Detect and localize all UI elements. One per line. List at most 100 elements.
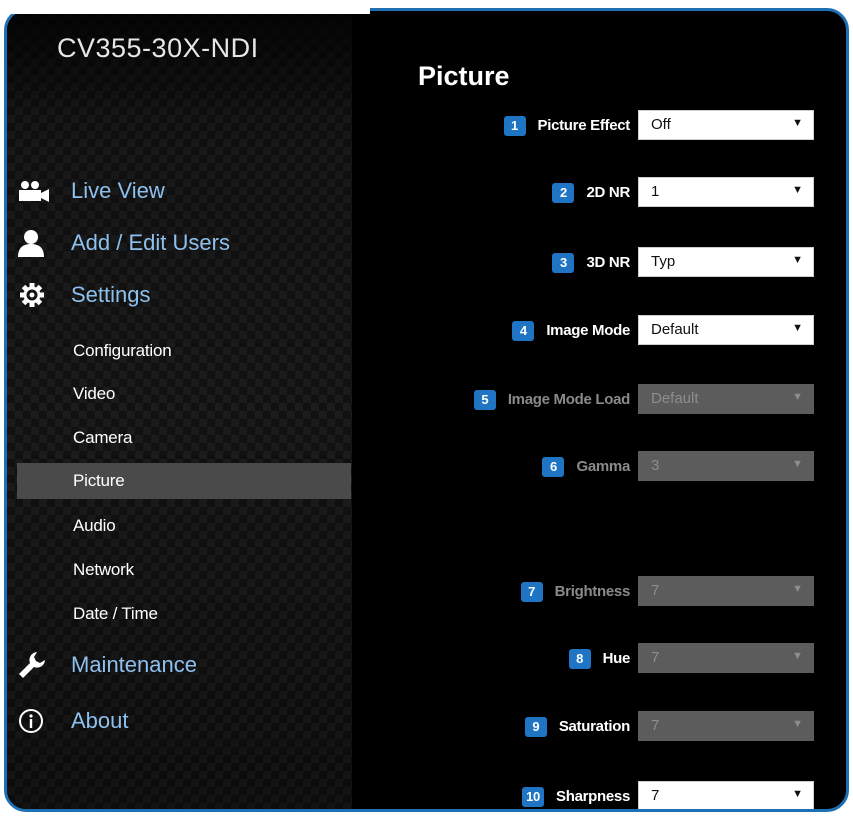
field-label: 10 Sharpness [522,787,630,807]
select-value: Off [651,116,671,133]
sub-nav-camera[interactable]: Camera [17,420,351,456]
select-value: 7 [651,649,660,666]
field-label: 7 Brightness [520,582,631,602]
select-value: 1 [651,183,660,200]
nav-settings[interactable]: Settings [17,275,347,315]
dropdown-arrow-icon: ▼ [792,184,803,196]
info-icon [17,706,57,736]
field-picture-effect: 1 Picture Effect Off ▼ [352,110,822,140]
sub-nav-label: Configuration [73,341,172,360]
number-badge: 2 [552,183,575,203]
number-badge: 4 [512,321,535,341]
sub-nav-label: Date / Time [73,604,158,623]
sub-nav-label: Camera [73,428,133,447]
wrench-icon [17,650,57,680]
image-mode-load-select[interactable]: Default ▼ [638,384,814,414]
user-icon [17,228,57,258]
field-label: 5 Image Mode Load [473,390,630,410]
field-label: 4 Image Mode [512,321,630,341]
sidebar: CV355-30X-NDI Live View Add / Edit Users [7,11,352,809]
nav-label: Settings [71,282,151,307]
field-sharpness: 10 Sharpness 7 ▼ [352,781,822,809]
field-label: 8 Hue [568,649,631,669]
field-brightness: 7 Brightness 7 ▼ [352,576,822,606]
field-label: 9 Saturation [524,717,630,737]
dropdown-arrow-icon: ▼ [792,458,803,470]
field-label-text: Image Mode Load [507,390,630,408]
nav-label: Maintenance [71,652,197,677]
sub-nav-label: Audio [73,516,116,535]
brand-title: CV355-30X-NDI [57,33,259,63]
saturation-select[interactable]: 7 ▼ [638,711,814,741]
sub-nav-date-time[interactable]: Date / Time [17,596,351,632]
sub-nav-label: Video [73,384,116,403]
number-badge: 3 [552,253,575,273]
number-badge: 9 [524,717,547,737]
number-badge: 8 [568,649,591,669]
select-value: 3 [651,457,660,474]
gear-icon [17,280,57,310]
sharpness-select[interactable]: 7 ▼ [638,781,814,809]
field-label-text: Brightness [554,582,631,600]
select-value: 7 [651,717,660,734]
sub-nav-picture[interactable]: Picture [17,463,351,499]
field-image-mode: 4 Image Mode Default ▼ [352,315,822,345]
field-image-mode-load: 5 Image Mode Load Default ▼ [352,384,822,414]
field-label: 2 2D NR [552,183,630,203]
dropdown-arrow-icon: ▼ [792,391,803,403]
select-value: 7 [651,582,660,599]
field-label-text: 2D NR [586,183,630,201]
nav-label: Add / Edit Users [71,230,230,255]
top-edge-mask [0,0,370,14]
hue-select[interactable]: 7 ▼ [638,643,814,673]
brightness-select[interactable]: 7 ▼ [638,576,814,606]
select-value: Typ [651,253,676,270]
sub-nav-audio[interactable]: Audio [17,508,351,544]
sub-nav-label: Network [73,560,134,579]
dropdown-arrow-icon: ▼ [792,718,803,730]
dropdown-arrow-icon: ▼ [792,254,803,266]
field-label-text: Image Mode [546,321,630,339]
dropdown-arrow-icon: ▼ [792,650,803,662]
3d-nr-select[interactable]: Typ ▼ [638,247,814,277]
image-mode-select[interactable]: Default ▼ [638,315,814,345]
nav-maintenance[interactable]: Maintenance [17,645,347,685]
number-badge: 6 [542,457,565,477]
field-label: 3 3D NR [552,253,630,273]
sub-nav-network[interactable]: Network [17,552,351,588]
field-label-text: Sharpness [556,787,630,805]
sub-nav-configuration[interactable]: Configuration [17,333,351,369]
select-value: Default [651,321,699,338]
field-2d-nr: 2 2D NR 1 ▼ [352,177,822,207]
field-label-text: Hue [602,649,631,667]
select-value: 7 [651,787,660,804]
picture-effect-select[interactable]: Off ▼ [638,110,814,140]
field-label: 1 Picture Effect [503,116,631,136]
dropdown-arrow-icon: ▼ [792,583,803,595]
number-badge: 1 [503,116,526,136]
field-3d-nr: 3 3D NR Typ ▼ [352,247,822,277]
field-label-text: 3D NR [586,253,630,271]
dropdown-arrow-icon: ▼ [792,322,803,334]
video-camera-icon [17,176,57,206]
field-saturation: 9 Saturation 7 ▼ [352,711,822,741]
field-label-text: Saturation [558,717,630,735]
number-badge: 7 [520,582,543,602]
field-label-text: Picture Effect [537,116,631,134]
nav-about[interactable]: About [17,701,347,741]
nav-add-edit-users[interactable]: Add / Edit Users [17,223,347,263]
gamma-select[interactable]: 3 ▼ [638,451,814,481]
dropdown-arrow-icon: ▼ [792,117,803,129]
sub-nav-label: Picture [73,471,125,490]
2d-nr-select[interactable]: 1 ▼ [638,177,814,207]
number-badge: 5 [473,390,496,410]
select-value: Default [651,390,699,407]
sub-nav-video[interactable]: Video [17,376,351,412]
app-window: CV355-30X-NDI Live View Add / Edit Users [4,8,849,812]
field-hue: 8 Hue 7 ▼ [352,643,822,673]
main-content: Picture 1 Picture Effect Off ▼ 2 2D NR 1 ▼ 3… [352,11,846,809]
number-badge: 10 [522,787,544,807]
nav-live-view[interactable]: Live View [17,171,347,211]
page-title: Picture [418,61,510,91]
field-label-text: Gamma [576,457,630,475]
